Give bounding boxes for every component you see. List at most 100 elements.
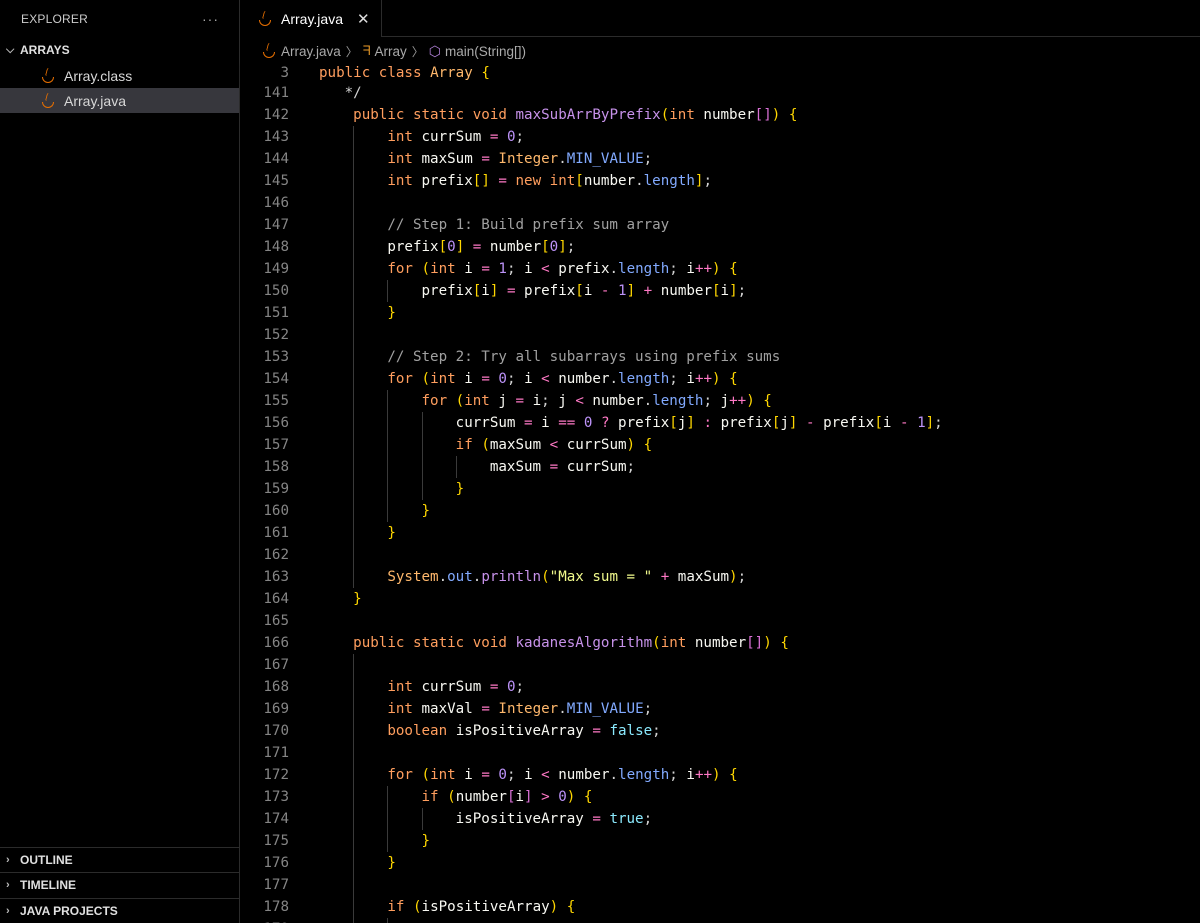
line-number: 141 [263, 85, 289, 101]
code-text[interactable]: int currSum = 0; [319, 676, 524, 698]
code-text[interactable]: } [319, 500, 431, 522]
code-line[interactable]: 141 */ [241, 82, 1200, 104]
line-number: 147 [263, 217, 289, 233]
code-text[interactable]: currSum = i == 0 ? prefix[j] : prefix[j]… [319, 412, 943, 434]
code-text[interactable]: for (int i = 1; i < prefix.length; i++) … [319, 258, 737, 280]
timeline-label: TIMELINE [20, 878, 76, 892]
code-text[interactable]: // Step 2: Try all subarrays using prefi… [319, 346, 780, 368]
code-text[interactable]: isPositiveArray = true; [319, 808, 652, 830]
code-text[interactable]: maxSum = currSum; [319, 456, 635, 478]
code-line[interactable]: 153 // Step 2: Try all subarrays using p… [241, 346, 1200, 368]
code-line[interactable]: 171 [241, 742, 1200, 764]
code-line[interactable]: 161 } [241, 522, 1200, 544]
editor-tab-bar: Array.java ✕ [241, 0, 1200, 37]
code-line[interactable]: 163 System.out.println("Max sum = " + ma… [241, 566, 1200, 588]
line-number: 170 [263, 723, 289, 739]
code-line[interactable]: 178 if (isPositiveArray) { [241, 896, 1200, 918]
more-actions-icon[interactable]: ··· [202, 11, 219, 27]
line-number: 158 [263, 459, 289, 475]
code-text[interactable]: } [319, 852, 396, 874]
java-file-icon [40, 68, 54, 84]
explorer-sidebar: EXPLORER ··· ⌵ ARRAYS Array.class Array.… [0, 0, 240, 923]
code-text[interactable]: System.out.println("Max sum = " + maxSum… [319, 566, 746, 588]
code-line[interactable]: 144 int maxSum = Integer.MIN_VALUE; [241, 148, 1200, 170]
code-line[interactable]: 169 int maxVal = Integer.MIN_VALUE; [241, 698, 1200, 720]
code-text[interactable]: prefix[0] = number[0]; [319, 236, 575, 258]
code-line[interactable]: 158 maxSum = currSum; [241, 456, 1200, 478]
code-text[interactable]: } [319, 522, 396, 544]
code-line[interactable]: 165 [241, 610, 1200, 632]
breadcrumb-method[interactable]: main(String[]) [445, 44, 526, 59]
code-line[interactable]: 166 public static void kadanesAlgorithm(… [241, 632, 1200, 654]
class-icon: ᖷ [362, 43, 371, 58]
code-editor[interactable]: 3 public class Array {141 */142 public st… [241, 62, 1200, 923]
code-text[interactable]: // Step 1: Build prefix sum array [319, 214, 669, 236]
code-text[interactable]: prefix[i] = prefix[i - 1] + number[i]; [319, 280, 747, 302]
code-line[interactable]: 179 [241, 918, 1200, 923]
code-line[interactable]: 170 boolean isPositiveArray = false; [241, 720, 1200, 742]
code-line[interactable]: 177 [241, 874, 1200, 896]
code-line[interactable]: 154 for (int i = 0; i < number.length; i… [241, 368, 1200, 390]
code-text[interactable]: int maxSum = Integer.MIN_VALUE; [319, 148, 652, 170]
code-line[interactable]: 149 for (int i = 1; i < prefix.length; i… [241, 258, 1200, 280]
folder-section-arrays[interactable]: ⌵ ARRAYS [0, 37, 239, 63]
code-line[interactable]: 143 int currSum = 0; [241, 126, 1200, 148]
code-line[interactable]: 147 // Step 1: Build prefix sum array [241, 214, 1200, 236]
sticky-scroll-line[interactable]: 3 public class Array { [241, 62, 1200, 84]
code-text[interactable]: int currSum = 0; [319, 126, 524, 148]
line-number: 176 [263, 855, 289, 871]
code-text[interactable]: public static void kadanesAlgorithm(int … [319, 632, 789, 654]
close-icon[interactable]: ✕ [357, 10, 370, 28]
file-item-array-class[interactable]: Array.class [0, 63, 239, 88]
code-text[interactable]: for (int i = 0; i < number.length; i++) … [319, 368, 737, 390]
line-number: 174 [263, 811, 289, 827]
line-number: 144 [263, 151, 289, 167]
code-text[interactable]: } [319, 302, 396, 324]
breadcrumb-file[interactable]: Array.java [281, 44, 341, 59]
code-text[interactable]: } [319, 830, 431, 852]
code-line[interactable]: 159 } [241, 478, 1200, 500]
code-text[interactable]: } [319, 478, 465, 500]
code-text[interactable]: if (number[i] > 0) { [319, 786, 593, 808]
indent-guide [387, 280, 389, 302]
indent-guide [387, 786, 389, 852]
code-line[interactable]: 168 int currSum = 0; [241, 676, 1200, 698]
code-line[interactable]: 150 prefix[i] = prefix[i - 1] + number[i… [241, 280, 1200, 302]
outline-section[interactable]: › OUTLINE [0, 847, 240, 872]
code-line[interactable]: 176 } [241, 852, 1200, 874]
code-line[interactable]: 142 public static void maxSubArrByPrefix… [241, 104, 1200, 126]
code-line[interactable]: 167 [241, 654, 1200, 676]
code-line[interactable]: 174 isPositiveArray = true; [241, 808, 1200, 830]
code-text[interactable]: if (maxSum < currSum) { [319, 434, 653, 456]
code-text[interactable]: } [319, 588, 362, 610]
code-line[interactable]: 157 if (maxSum < currSum) { [241, 434, 1200, 456]
code-text[interactable]: public static void maxSubArrByPrefix(int… [319, 104, 797, 126]
code-text[interactable]: if (isPositiveArray) { [319, 896, 575, 918]
code-line[interactable]: 146 [241, 192, 1200, 214]
code-line[interactable]: 175 } [241, 830, 1200, 852]
code-text[interactable]: int maxVal = Integer.MIN_VALUE; [319, 698, 652, 720]
breadcrumb-class[interactable]: Array [375, 44, 407, 59]
code-line[interactable]: 173 if (number[i] > 0) { [241, 786, 1200, 808]
code-line[interactable]: 145 int prefix[] = new int[number.length… [241, 170, 1200, 192]
code-text[interactable]: int prefix[] = new int[number.length]; [319, 170, 712, 192]
code-line[interactable]: 156 currSum = i == 0 ? prefix[j] : prefi… [241, 412, 1200, 434]
code-text[interactable]: boolean isPositiveArray = false; [319, 720, 660, 742]
line-number: 162 [263, 547, 289, 563]
timeline-section[interactable]: › TIMELINE [0, 872, 240, 897]
indent-guide [353, 654, 355, 923]
code-line[interactable]: 162 [241, 544, 1200, 566]
code-line[interactable]: 155 for (int j = i; j < number.length; j… [241, 390, 1200, 412]
code-text[interactable]: public class Array { [319, 62, 490, 84]
code-line[interactable]: 160 } [241, 500, 1200, 522]
tab-array-java[interactable]: Array.java ✕ [241, 0, 382, 37]
code-line[interactable]: 152 [241, 324, 1200, 346]
code-text[interactable]: */ [319, 82, 362, 104]
code-line[interactable]: 172 for (int i = 0; i < number.length; i… [241, 764, 1200, 786]
code-line[interactable]: 148 prefix[0] = number[0]; [241, 236, 1200, 258]
java-projects-section[interactable]: › JAVA PROJECTS [0, 898, 240, 923]
code-text[interactable]: for (int i = 0; i < number.length; i++) … [319, 764, 737, 786]
code-line[interactable]: 164 } [241, 588, 1200, 610]
file-item-array-java[interactable]: Array.java [0, 88, 239, 113]
code-line[interactable]: 151 } [241, 302, 1200, 324]
